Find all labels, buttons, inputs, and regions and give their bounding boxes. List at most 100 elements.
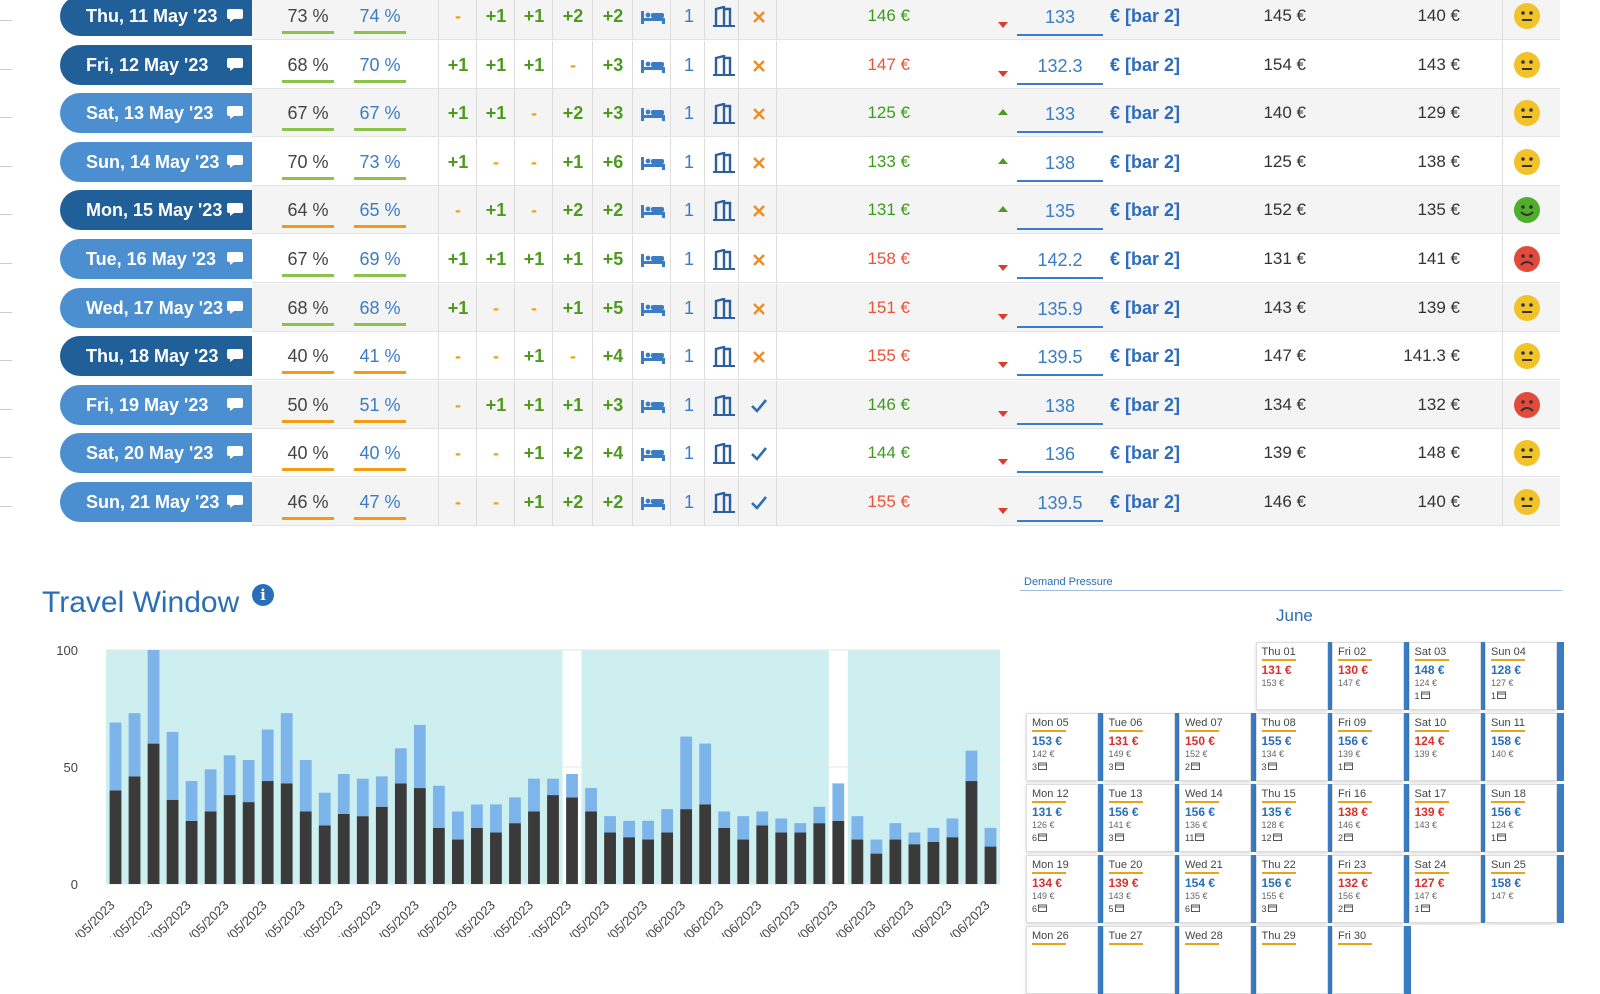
bar-segment[interactable] [394, 748, 407, 784]
door-icon[interactable] [712, 103, 736, 125]
bar-segment[interactable] [471, 804, 483, 828]
price-input[interactable]: 135 [1017, 192, 1103, 231]
comment-icon[interactable] [226, 251, 244, 265]
bar-segment[interactable] [585, 788, 597, 812]
bar-segment[interactable] [128, 776, 141, 884]
price-input[interactable]: 139.5 [1017, 484, 1103, 522]
date-button[interactable]: Sun, 21 May '23 [60, 482, 252, 522]
bar-segment[interactable] [946, 818, 959, 838]
bar-segment[interactable] [166, 799, 179, 884]
bar-segment[interactable] [680, 736, 693, 810]
rate-plan-link[interactable]: € [bar 2] [1110, 89, 1180, 137]
bar-segment[interactable] [509, 797, 521, 824]
bar-segment[interactable] [337, 774, 350, 814]
date-button[interactable]: Sat, 13 May '23 [60, 93, 252, 134]
close-icon[interactable] [752, 59, 766, 73]
bar-segment[interactable] [413, 724, 426, 789]
door-icon[interactable] [712, 492, 736, 514]
bar-segment[interactable] [851, 816, 864, 840]
bar-segment[interactable] [775, 832, 788, 884]
bed-icon[interactable] [640, 155, 666, 171]
calendar-day[interactable]: Mon 05 153 €142 € 3 [1026, 713, 1105, 781]
bed-icon[interactable] [640, 252, 666, 268]
bar-segment[interactable] [280, 783, 293, 884]
price-input[interactable]: 142.2 [1017, 241, 1103, 279]
bar-segment[interactable] [528, 811, 540, 884]
rate-plan-link[interactable]: € [bar 2] [1110, 0, 1180, 40]
calendar-day[interactable]: Fri 09 156 €139 € 1 [1332, 713, 1411, 781]
bar-segment[interactable] [147, 650, 160, 744]
bar-segment[interactable] [984, 846, 997, 884]
bar-segment[interactable] [775, 818, 788, 833]
bar-segment[interactable] [394, 783, 407, 884]
calendar-day[interactable]: Fri 23 132 €156 € 2 [1332, 855, 1411, 923]
close-icon[interactable] [752, 156, 766, 170]
rate-plan-link[interactable]: € [bar 2] [1110, 381, 1180, 429]
bar-segment[interactable] [375, 776, 388, 807]
bed-icon[interactable] [640, 58, 666, 74]
bar-segment[interactable] [451, 811, 464, 840]
bar-segment[interactable] [699, 743, 712, 805]
close-icon[interactable] [752, 10, 766, 24]
rate-plan-link[interactable]: € [bar 2] [1110, 138, 1180, 186]
bar-segment[interactable] [242, 759, 255, 803]
bar-segment[interactable] [585, 811, 597, 884]
comment-icon[interactable] [226, 105, 244, 120]
bar-segment[interactable] [946, 837, 959, 884]
bar-segment[interactable] [604, 816, 616, 833]
bar-segment[interactable] [813, 823, 826, 884]
bar-segment[interactable] [109, 790, 122, 884]
door-icon[interactable] [712, 346, 736, 368]
calendar-day[interactable]: Sun 18 156 €124 € 1 [1485, 784, 1564, 852]
comment-icon[interactable] [226, 8, 244, 22]
door-icon[interactable] [712, 297, 736, 320]
bar-segment[interactable] [280, 713, 293, 784]
bar-segment[interactable] [794, 823, 807, 833]
bar-segment[interactable] [356, 778, 369, 817]
calendar-day[interactable]: Wed 21 154 €135 € 6 [1179, 855, 1258, 923]
bar-segment[interactable] [547, 795, 559, 884]
calendar-day[interactable]: Sun 11 158 €140 € [1485, 713, 1564, 781]
check-icon[interactable] [750, 398, 768, 414]
calendar-day[interactable]: Fri 02 130 €147 € [1332, 642, 1411, 710]
bar-segment[interactable] [927, 841, 940, 884]
rate-plan-link[interactable]: € [bar 2] [1110, 186, 1180, 234]
bed-icon[interactable] [640, 446, 666, 462]
bar-segment[interactable] [566, 774, 578, 798]
calendar-day[interactable]: Sat 17 139 €143 € [1408, 784, 1488, 852]
bed-icon[interactable] [640, 9, 666, 25]
calendar-day[interactable]: Wed 14 156 €136 € 11 [1179, 784, 1258, 852]
bar-segment[interactable] [642, 839, 655, 884]
bar-segment[interactable] [623, 837, 635, 884]
bar-segment[interactable] [490, 832, 502, 884]
price-input[interactable]: 139.5 [1017, 338, 1103, 377]
calendar-day[interactable]: Sat 03 148 €124 € 1 [1408, 642, 1488, 710]
bar-segment[interactable] [718, 811, 731, 828]
calendar-day[interactable]: Mon 19 134 €149 € 6 [1026, 855, 1105, 923]
bar-segment[interactable] [204, 769, 217, 812]
price-input[interactable]: 138 [1017, 387, 1103, 425]
calendar-day[interactable]: Tue 13 156 €141 € 3 [1102, 784, 1182, 852]
rate-plan-link[interactable]: € [bar 2] [1110, 478, 1180, 526]
rate-plan-link[interactable]: € [bar 2] [1110, 235, 1180, 283]
calendar-day[interactable]: Tue 27 [1102, 926, 1182, 994]
bar-segment[interactable] [261, 729, 274, 782]
bar-segment[interactable] [528, 778, 540, 812]
calendar-day[interactable]: Tue 06 131 €149 € 3 [1102, 713, 1182, 781]
close-icon[interactable] [752, 107, 766, 121]
bar-segment[interactable] [318, 825, 331, 885]
price-input[interactable]: 133 [1017, 95, 1103, 134]
calendar-day[interactable]: Thu 08 155 €134 € 3 [1255, 713, 1335, 781]
bar-segment[interactable] [413, 788, 426, 884]
bed-icon[interactable] [640, 349, 666, 365]
price-input[interactable]: 136 [1017, 435, 1103, 474]
bar-segment[interactable] [471, 827, 483, 884]
door-icon[interactable] [712, 249, 736, 271]
bed-icon[interactable] [640, 301, 666, 317]
bar-segment[interactable] [299, 759, 312, 812]
bed-icon[interactable] [640, 495, 666, 511]
rate-plan-link[interactable]: € [bar 2] [1110, 41, 1180, 89]
bar-segment[interactable] [927, 827, 940, 842]
bar-segment[interactable] [147, 743, 160, 884]
bed-icon[interactable] [640, 203, 666, 219]
